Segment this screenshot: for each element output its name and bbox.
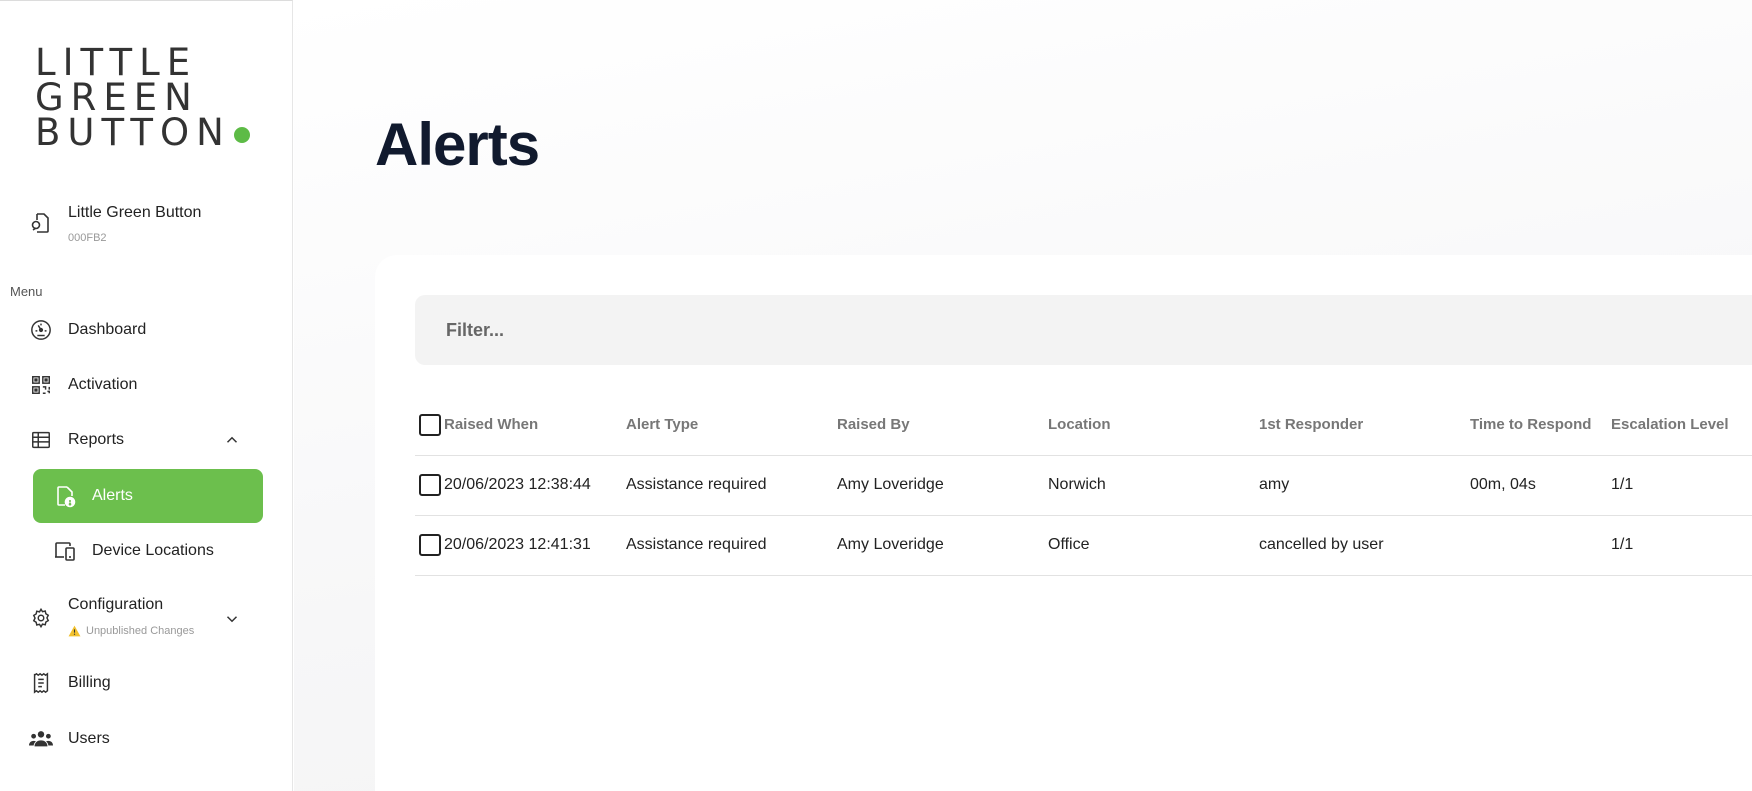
gear-icon: [29, 606, 53, 630]
org-code: 000FB2: [68, 232, 107, 244]
main-content: Alerts Raised When Alert Type Raised By …: [294, 0, 1752, 791]
receipt-icon: [29, 671, 53, 695]
cell-location: Norwich: [1048, 455, 1259, 516]
sidebar-item-label: Alerts: [92, 487, 133, 504]
header-location[interactable]: Location: [1048, 395, 1259, 456]
alerts-card: Raised When Alert Type Raised By Locatio…: [375, 255, 1752, 791]
cell-alert-type: Assistance required: [626, 515, 837, 576]
sidebar: LITTLE GREEN BUTTON Little Green Button …: [0, 0, 293, 791]
org-name: Little Green Button: [68, 204, 202, 221]
logo-line-3: BUTTON: [35, 114, 250, 151]
cell-alert-type: Assistance required: [626, 455, 837, 516]
row-checkbox[interactable]: [419, 474, 441, 496]
alerts-table: Raised When Alert Type Raised By Locatio…: [415, 395, 1752, 576]
sidebar-item-label: Configuration: [68, 596, 164, 613]
logo-line-1: LITTLE: [35, 41, 198, 84]
sidebar-item-alerts[interactable]: Alerts: [33, 469, 263, 523]
sidebar-item-device-locations[interactable]: Device Locations: [33, 524, 263, 578]
header-raised-by[interactable]: Raised By: [837, 395, 1048, 456]
brand-logo[interactable]: LITTLE GREEN BUTTON: [35, 41, 250, 151]
cell-location: Office: [1048, 515, 1259, 576]
sidebar-item-activation[interactable]: Activation: [29, 363, 263, 407]
filter-input[interactable]: [415, 295, 1752, 365]
table-header-row: Raised When Alert Type Raised By Locatio…: [415, 395, 1752, 456]
cell-raised-when: 20/06/2023 12:41:31: [444, 536, 591, 553]
chevron-down-icon[interactable]: [223, 610, 241, 628]
organisation-switcher[interactable]: Little Green Button 000FB2: [29, 201, 279, 251]
cell-first-responder: cancelled by user: [1259, 515, 1470, 576]
cell-time-to-respond: [1470, 515, 1611, 576]
cell-raised-when: 20/06/2023 12:38:44: [444, 476, 591, 493]
header-time-to-respond[interactable]: Time to Respond: [1470, 395, 1611, 456]
devices-icon: [53, 539, 77, 563]
sidebar-item-users[interactable]: Users: [29, 717, 263, 761]
warning-icon: [68, 625, 81, 637]
sidebar-item-reports[interactable]: Reports: [29, 418, 263, 462]
cell-raised-by: Amy Loveridge: [837, 455, 1048, 516]
sidebar-item-configuration[interactable]: Configuration: [29, 596, 263, 646]
sidebar-item-billing[interactable]: Billing: [29, 661, 263, 705]
header-escalation-level[interactable]: Escalation Level: [1611, 395, 1752, 456]
alert-document-icon: [53, 484, 77, 508]
cell-time-to-respond: 00m, 04s: [1470, 455, 1611, 516]
chevron-up-icon[interactable]: [223, 431, 241, 449]
logo-dot: [233, 127, 250, 143]
cell-first-responder: amy: [1259, 455, 1470, 516]
sidebar-item-dashboard[interactable]: Dashboard: [29, 308, 263, 352]
row-checkbox[interactable]: [419, 534, 441, 556]
sidebar-item-label: Dashboard: [68, 321, 147, 338]
table-row[interactable]: 20/06/2023 12:38:44 Assistance required …: [415, 455, 1752, 516]
table-icon: [29, 428, 53, 452]
cell-escalation-level: 1/1: [1611, 515, 1752, 576]
header-alert-type[interactable]: Alert Type: [626, 395, 837, 456]
sidebar-item-label: Users: [68, 730, 110, 747]
unpublished-changes-note: Unpublished Changes: [86, 625, 195, 637]
sidebar-item-label: Activation: [68, 376, 138, 393]
configuration-status: Unpublished Changes: [68, 625, 194, 637]
table-row[interactable]: 20/06/2023 12:41:31 Assistance required …: [415, 515, 1752, 576]
dashboard-gauge-icon: [29, 318, 53, 342]
header-raised-when[interactable]: Raised When: [415, 395, 626, 456]
cell-escalation-level: 1/1: [1611, 455, 1752, 516]
cell-raised-by: Amy Loveridge: [837, 515, 1048, 576]
page-title: Alerts: [375, 111, 540, 178]
logo-line-2: GREEN: [35, 76, 199, 119]
logo-line-3-text: BUTTON: [35, 111, 231, 154]
sidebar-item-label: Device Locations: [92, 542, 214, 559]
select-all-checkbox[interactable]: [419, 413, 441, 436]
header-label: Raised When: [444, 416, 539, 434]
qr-code-icon: [29, 373, 53, 397]
menu-section-label: Menu: [10, 284, 43, 299]
org-switch-icon: [29, 211, 53, 235]
sidebar-item-label: Billing: [68, 674, 111, 691]
sidebar-item-label: Reports: [68, 431, 125, 448]
users-icon: [29, 727, 53, 751]
header-first-responder[interactable]: 1st Responder: [1259, 395, 1470, 456]
